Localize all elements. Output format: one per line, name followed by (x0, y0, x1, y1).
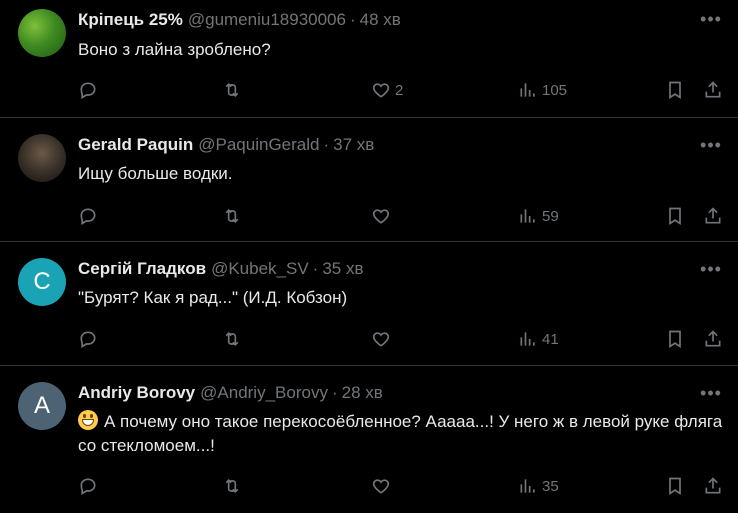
author-name[interactable]: Кріпець 25% (78, 10, 183, 30)
author-handle[interactable]: @gumeniu18930006 (188, 10, 346, 30)
retweet-icon (225, 478, 239, 494)
bookmark-button[interactable] (665, 474, 685, 498)
reply-icon (80, 478, 96, 495)
retweet-button[interactable] (222, 474, 242, 498)
share-icon (705, 330, 721, 347)
separator-dot: · (331, 383, 338, 402)
retweet-icon (225, 82, 239, 98)
more-icon[interactable]: ••• (700, 258, 722, 280)
bookmark-button[interactable] (665, 327, 685, 351)
more-icon[interactable]: ••• (700, 382, 722, 404)
share-icon (705, 477, 721, 494)
share-button[interactable] (703, 474, 723, 498)
avatar-letter: С (33, 268, 51, 295)
tweet-text: Воно з лайна зроблено? (78, 40, 271, 59)
like-count: 2 (395, 81, 404, 99)
tweet[interactable]: A Andriy Borovy @Andriy_Borovy · 28 хв •… (0, 366, 738, 513)
grinning-emoji-icon (78, 410, 98, 430)
tweet-text: "Бурят? Как я рад..." (И.Д. Кобзон) (78, 288, 348, 307)
tweet-header: Сергій Гладков @Kubek_SV · 35 хв (78, 259, 364, 279)
action-bar: 41 (0, 327, 738, 351)
retweet-icon (225, 208, 239, 224)
heart-icon (372, 83, 390, 98)
bookmark-button[interactable] (665, 204, 685, 228)
views-icon (520, 209, 535, 223)
views-icon (520, 332, 535, 346)
author-name[interactable]: Сергій Гладков (78, 259, 206, 279)
author-handle[interactable]: @Kubek_SV (211, 259, 309, 279)
more-icon[interactable]: ••• (700, 8, 722, 30)
view-count: 105 (542, 81, 568, 99)
reply-feed: Кріпець 25% @gumeniu18930006 · 48 хв •••… (0, 0, 738, 513)
share-icon (705, 207, 721, 224)
bookmark-icon (669, 207, 681, 226)
avatar[interactable]: A (18, 382, 66, 430)
author-name[interactable]: Andriy Borovy (78, 383, 195, 403)
bookmark-icon (669, 477, 681, 496)
timestamp[interactable]: 48 хв (360, 10, 401, 30)
heart-icon (372, 332, 390, 347)
action-bar: 2 105 (0, 78, 738, 102)
more-icon[interactable]: ••• (700, 134, 722, 156)
retweet-button[interactable] (222, 78, 242, 102)
tweet-header: Кріпець 25% @gumeniu18930006 · 48 хв (78, 10, 401, 30)
reply-button[interactable] (78, 327, 98, 351)
reply-icon (80, 208, 96, 225)
separator-dot: · (323, 135, 330, 154)
reply-icon (80, 82, 96, 99)
view-count: 41 (542, 330, 559, 348)
heart-icon (372, 479, 390, 494)
timestamp[interactable]: 28 хв (342, 383, 383, 403)
tweet-header: Andriy Borovy @Andriy_Borovy · 28 хв (78, 383, 383, 403)
share-icon (705, 81, 721, 98)
action-bar: 35 (0, 474, 738, 498)
reply-button[interactable] (78, 78, 98, 102)
share-button[interactable] (703, 327, 723, 351)
avatar-letter: A (33, 392, 50, 419)
retweet-icon (225, 331, 239, 347)
views-button[interactable]: 41 (518, 327, 559, 351)
retweet-button[interactable] (222, 204, 242, 228)
heart-icon (372, 209, 390, 224)
view-count: 35 (542, 477, 559, 495)
author-handle[interactable]: @PaquinGerald (198, 135, 319, 155)
avatar[interactable] (18, 134, 66, 182)
tweet[interactable]: Gerald Paquin @PaquinGerald · 37 хв ••• … (0, 118, 738, 242)
bookmark-icon (669, 81, 681, 100)
reply-button[interactable] (78, 474, 98, 498)
tweet-text-content: А почему оно такое перекосоёбленное? Ааа… (78, 412, 723, 455)
author-handle[interactable]: @Andriy_Borovy (200, 383, 328, 403)
tweet[interactable]: С Сергій Гладков @Kubek_SV · 35 хв ••• "… (0, 242, 738, 366)
tweet-text: А почему оно такое перекосоёбленное? Ааа… (78, 410, 724, 458)
views-icon (520, 479, 535, 493)
separator-dot: · (349, 10, 356, 29)
reply-button[interactable] (78, 204, 98, 228)
tweet[interactable]: Кріпець 25% @gumeniu18930006 · 48 хв •••… (0, 0, 738, 118)
like-button[interactable] (371, 204, 395, 228)
timestamp[interactable]: 37 хв (333, 135, 374, 155)
views-icon (520, 83, 535, 97)
timestamp[interactable]: 35 хв (322, 259, 363, 279)
tweet-text: Ищу больше водки. (78, 164, 233, 183)
bookmark-button[interactable] (665, 78, 685, 102)
like-button[interactable]: 2 (371, 78, 403, 102)
views-button[interactable]: 105 (518, 78, 567, 102)
bookmark-icon (669, 330, 681, 349)
avatar[interactable] (18, 9, 66, 57)
tweet-header: Gerald Paquin @PaquinGerald · 37 хв (78, 135, 374, 155)
view-count: 59 (542, 207, 559, 225)
retweet-button[interactable] (222, 327, 242, 351)
action-bar: 59 (0, 204, 738, 228)
separator-dot: · (312, 259, 319, 278)
author-name[interactable]: Gerald Paquin (78, 135, 193, 155)
share-button[interactable] (703, 204, 723, 228)
views-button[interactable]: 59 (518, 204, 559, 228)
like-button[interactable] (371, 474, 395, 498)
reply-icon (80, 331, 96, 348)
like-button[interactable] (371, 327, 395, 351)
share-button[interactable] (703, 78, 723, 102)
views-button[interactable]: 35 (518, 474, 559, 498)
avatar[interactable]: С (18, 258, 66, 306)
